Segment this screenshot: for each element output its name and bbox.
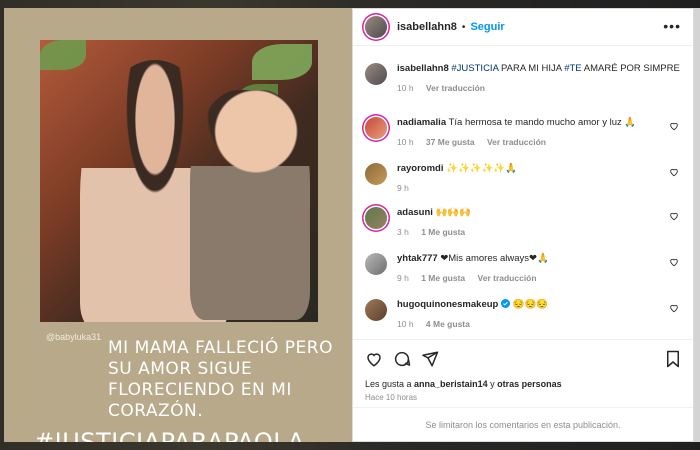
comments-limited-notice: Se limitaron los comentarios en esta pub… bbox=[353, 407, 693, 441]
comment-item: rayoromdi ✨✨✨✨✨🙏 9 h bbox=[365, 163, 683, 194]
leaf-decoration bbox=[252, 44, 312, 80]
comment-likes[interactable]: 1 Me gusta bbox=[421, 273, 465, 283]
verified-badge-icon bbox=[500, 299, 510, 308]
likes-mid: y bbox=[487, 379, 498, 389]
post-details-panel: isabellahn8 • Seguir ••• isabellahn8 #JU… bbox=[352, 8, 694, 442]
post-header: isabellahn8 • Seguir ••• bbox=[353, 9, 693, 46]
comment-time[interactable]: 9 h bbox=[397, 273, 409, 283]
translate-link[interactable]: Ver traducción bbox=[487, 137, 546, 147]
avatar[interactable] bbox=[365, 207, 387, 229]
comment-bubble-icon[interactable] bbox=[393, 350, 411, 368]
comment-time[interactable]: 3 h bbox=[397, 227, 409, 237]
more-options-icon[interactable]: ••• bbox=[663, 18, 681, 34]
page-scrollbar[interactable] bbox=[694, 8, 700, 442]
author-username[interactable]: isabellahn8 bbox=[397, 21, 457, 33]
bookmark-icon[interactable] bbox=[665, 350, 681, 368]
comment-text: 😔😔😔 bbox=[512, 299, 549, 310]
hashtag-link[interactable]: #TE bbox=[564, 63, 581, 74]
post-timestamp[interactable]: Hace 10 horas bbox=[365, 393, 417, 402]
caption-time[interactable]: 10 h bbox=[397, 83, 414, 93]
translate-link[interactable]: Ver traducción bbox=[478, 273, 537, 283]
comment-username[interactable]: hugoquinonesmakeup bbox=[397, 299, 498, 310]
comment-time[interactable]: 10 h bbox=[397, 319, 414, 329]
caption-text: PARA MI HIJA bbox=[498, 63, 565, 74]
like-heart-icon[interactable] bbox=[669, 257, 679, 267]
share-paper-plane-icon[interactable] bbox=[421, 350, 439, 368]
like-heart-icon[interactable] bbox=[669, 167, 679, 177]
avatar[interactable] bbox=[365, 16, 387, 38]
caption-username[interactable]: isabellahn8 bbox=[397, 63, 449, 74]
post-media[interactable]: @babyluka31 MI MAMA FALLECIÓ PERO SU AMO… bbox=[4, 8, 352, 442]
leaf-decoration bbox=[40, 40, 86, 70]
comment-time[interactable]: 10 h bbox=[397, 137, 414, 147]
comment-text: ❤Mis amores always❤🙏 bbox=[440, 253, 549, 264]
comment-text: ✨✨✨✨✨🙏 bbox=[446, 163, 518, 174]
comment-username[interactable]: nadiamalia bbox=[397, 117, 446, 128]
comment-username[interactable]: yhtak777 bbox=[397, 253, 438, 264]
action-bar: Les gusta a anna_beristain14 y otras per… bbox=[353, 339, 693, 409]
comment-item: nadiamalia Tía hermosa te mando mucho am… bbox=[365, 117, 683, 148]
like-heart-icon[interactable] bbox=[669, 303, 679, 313]
avatar[interactable] bbox=[365, 253, 387, 275]
avatar[interactable] bbox=[365, 117, 387, 139]
hashtag-link[interactable]: #JUSTICIA bbox=[451, 63, 498, 74]
caption-text: AMARÉ POR SIMPRE bbox=[581, 63, 680, 74]
comment-item: adasuni 🙌🙌🙌 3 h 1 Me gusta bbox=[365, 207, 683, 238]
media-hashtag: #JUSTICIAPARAPAOLA bbox=[34, 428, 305, 442]
avatar[interactable] bbox=[365, 63, 387, 85]
post-caption: isabellahn8 #JUSTICIA PARA MI HIJA #TE A… bbox=[365, 63, 683, 94]
media-handle: @babyluka31 bbox=[46, 332, 102, 342]
likes-summary: Les gusta a anna_beristain14 y otras per… bbox=[365, 379, 562, 389]
liked-by-user[interactable]: anna_beristain14 bbox=[414, 379, 488, 389]
likes-prefix: Les gusta a bbox=[365, 379, 415, 389]
comment-username[interactable]: rayoromdi bbox=[397, 163, 443, 174]
avatar[interactable] bbox=[365, 163, 387, 185]
comment-time[interactable]: 9 h bbox=[397, 183, 409, 193]
like-heart-icon[interactable] bbox=[365, 350, 383, 368]
like-heart-icon[interactable] bbox=[669, 211, 679, 221]
media-caption: MI MAMA FALLECIÓ PERO SU AMOR SIGUE FLOR… bbox=[108, 338, 333, 421]
comments-list[interactable]: isabellahn8 #JUSTICIA PARA MI HIJA #TE A… bbox=[353, 53, 693, 339]
photo-baby bbox=[190, 90, 310, 320]
comment-item: yhtak777 ❤Mis amores always❤🙏 9 h 1 Me g… bbox=[365, 253, 683, 284]
comment-likes[interactable]: 1 Me gusta bbox=[421, 227, 465, 237]
comment-text: Tía hermosa te mando mucho amor y luz 🙏 bbox=[448, 117, 637, 128]
comment-item: hugoquinonesmakeup 😔😔😔 10 h 4 Me gusta bbox=[365, 299, 683, 330]
post-photo bbox=[40, 40, 318, 322]
comment-likes[interactable]: 37 Me gusta bbox=[426, 137, 475, 147]
avatar[interactable] bbox=[365, 299, 387, 321]
follow-button[interactable]: Seguir bbox=[470, 21, 504, 33]
comment-username[interactable]: adasuni bbox=[397, 207, 433, 218]
likes-others-link[interactable]: otras personas bbox=[497, 379, 562, 389]
separator-dot: • bbox=[461, 21, 466, 33]
like-heart-icon[interactable] bbox=[669, 121, 679, 131]
comment-likes[interactable]: 4 Me gusta bbox=[426, 319, 470, 329]
comment-text: 🙌🙌🙌 bbox=[435, 207, 472, 218]
translate-link[interactable]: Ver traducción bbox=[426, 83, 485, 93]
